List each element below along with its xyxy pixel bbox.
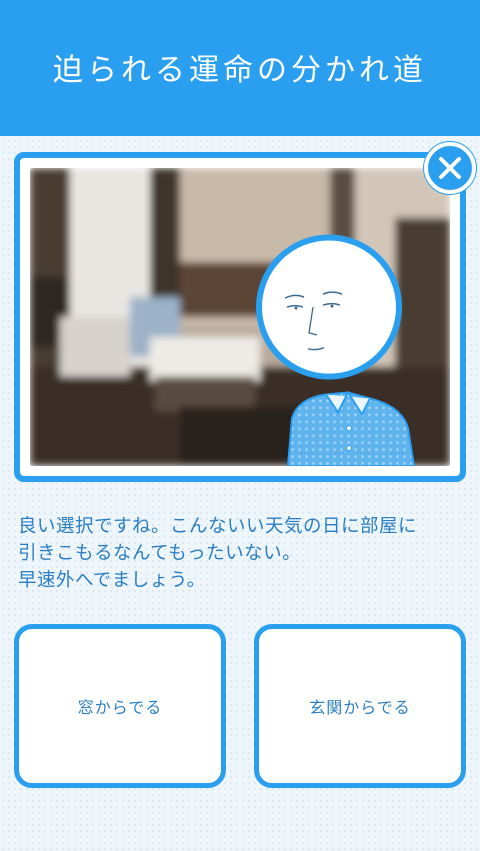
scene-frame xyxy=(14,152,466,482)
message-line: 早速外へでましょう。 xyxy=(18,570,206,591)
living-room-photo xyxy=(30,168,450,466)
close-icon xyxy=(439,157,461,179)
scene-photo xyxy=(30,168,450,466)
choice-label: 玄関からでる xyxy=(309,698,411,717)
header-bar: 迫られる運命の分かれ道 xyxy=(0,0,480,136)
message-line: 良い選択ですね。こんないい天気の日に部屋に xyxy=(18,516,418,537)
message-line: 引きこもるなんてもったいない。 xyxy=(18,543,302,564)
choice-exit-front-door-button[interactable]: 玄関からでる xyxy=(254,624,466,788)
page-title: 迫られる運命の分かれ道 xyxy=(53,53,427,88)
result-message: 良い選択ですね。こんないい天気の日に部屋に 引きこもるなんてもったいない。 早速… xyxy=(18,513,468,594)
choice-exit-window-button[interactable]: 窓からでる xyxy=(14,624,226,788)
close-button[interactable] xyxy=(424,142,476,194)
choice-label: 窓からでる xyxy=(77,698,163,717)
